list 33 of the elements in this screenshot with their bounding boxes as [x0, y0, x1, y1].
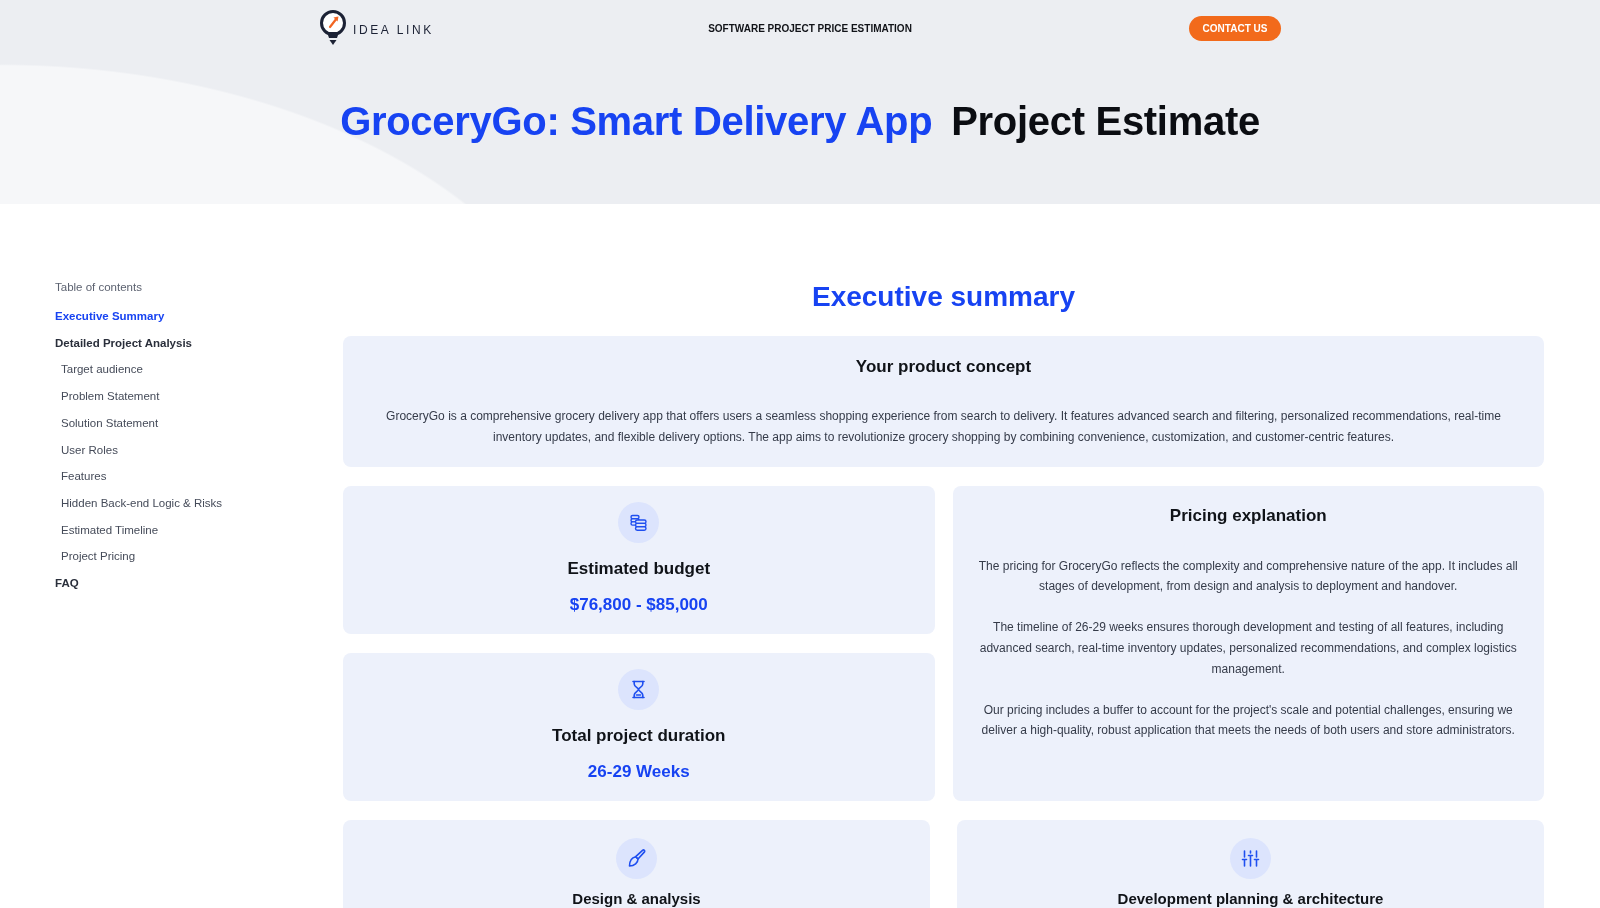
- hourglass-icon: [618, 668, 660, 710]
- toc-link[interactable]: Features: [61, 463, 107, 490]
- phase-title: Design & analysis: [572, 889, 701, 908]
- coins-icon: [618, 501, 660, 543]
- toc-link[interactable]: Problem Statement: [61, 383, 160, 410]
- pricing-text: The pricing for GroceryGo reflects the complexity and comprehensive nature of the app. It includes all stages of development, from design and analysis to deployment and handover.: [977, 557, 1519, 596]
- toc-link[interactable]: Project Pricing: [61, 543, 136, 571]
- toc-link[interactable]: FAQ: [55, 570, 79, 597]
- section-heading: Executive summary: [810, 280, 1076, 314]
- toc-link[interactable]: Hidden Back-end Logic & Risks: [61, 489, 223, 517]
- lightbulb-icon: [319, 10, 347, 46]
- stat-title: Estimated budget: [567, 557, 711, 580]
- toc-link[interactable]: Detailed Project Analysis: [55, 329, 192, 357]
- toc-link[interactable]: Target audience: [61, 356, 143, 384]
- phase-title: Development planning & architecture: [1117, 889, 1384, 908]
- brush-icon: [616, 837, 657, 879]
- card-title: Your product concept: [854, 356, 1033, 378]
- stat-value: 26-29 Weeks: [587, 760, 690, 783]
- stat-title: Total project duration: [552, 724, 726, 747]
- toc-link[interactable]: User Roles: [61, 436, 118, 464]
- page-title: GroceryGo: Smart Delivery App Project Estimate: [340, 98, 1260, 145]
- pricing-text: The timeline of 26-29 weeks ensures thorough development and testing of all features, including advanced search, real-time inventory updates, personalized recommendations, and complex logistics management.: [978, 619, 1518, 678]
- concept-text: GroceryGo is a comprehensive grocery delivery app that offers users a seamless shopping experience from search to delivery. It features advanced search and filtering, personalized recommendations, real-time inventory updates, and flexible delivery options. The app aims to revolutionize grocery shopping by combining convenience, customization, and customer-centric features.: [385, 408, 1502, 446]
- logo-text: IDEA LINK: [353, 23, 434, 37]
- pricing-text: Our pricing includes a buffer to account for the project's scale and potential challenges, ensuring we deliver a high-quality, robust application that meets the needs of both users and store administrators.: [980, 701, 1516, 740]
- toc-link[interactable]: Executive Summary: [55, 303, 165, 330]
- toc-link[interactable]: Estimated Timeline: [61, 516, 159, 544]
- toc-link[interactable]: Solution Statement: [61, 409, 159, 437]
- tagline: SOFTWARE PROJECT PRICE ESTIMATION: [708, 22, 912, 34]
- stat-value: $76,800 - $85,000: [569, 593, 708, 616]
- sliders-icon: [1230, 837, 1271, 879]
- card-title: Pricing explanation: [1168, 504, 1328, 527]
- toc-heading: Table of contents: [55, 280, 142, 295]
